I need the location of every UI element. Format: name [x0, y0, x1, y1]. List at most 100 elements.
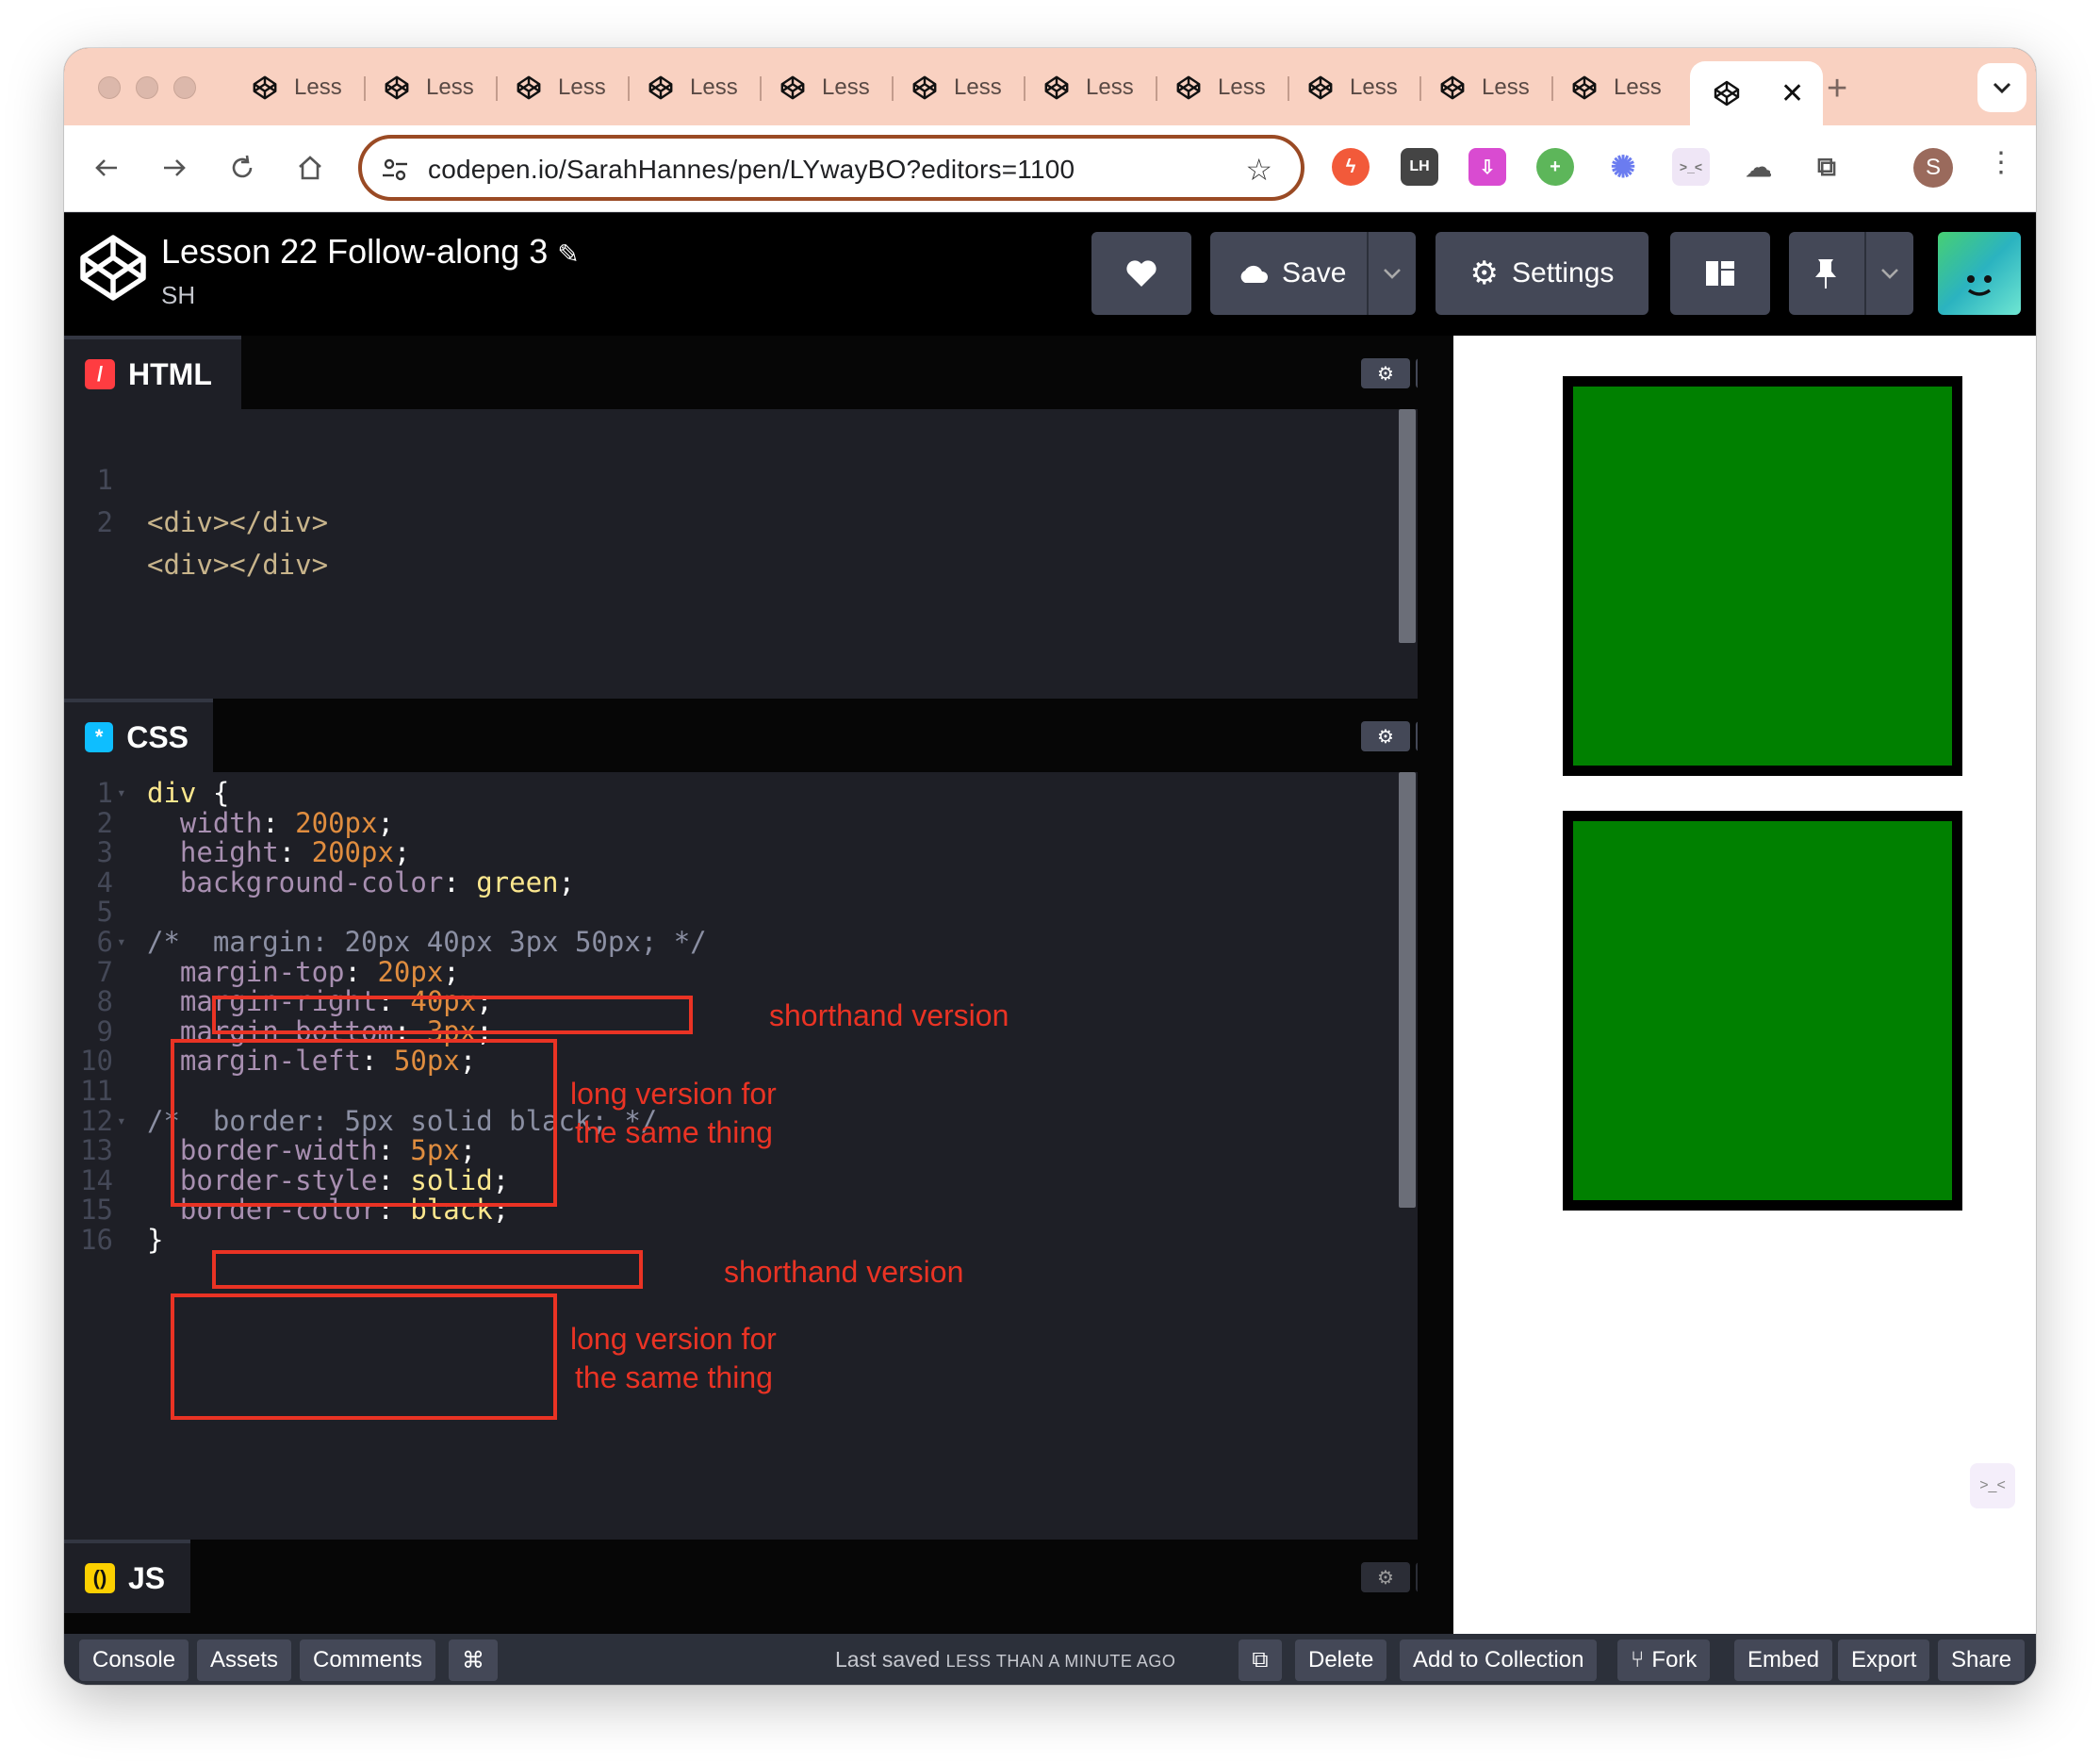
codepen-favicon-icon	[645, 72, 677, 104]
browser-tab[interactable]: Less	[1161, 61, 1266, 114]
tab-title: Less	[426, 74, 474, 100]
save-label: Save	[1282, 257, 1347, 288]
fork-label: Fork	[1651, 1647, 1698, 1672]
extension-devtools-icon[interactable]: >_<	[1672, 148, 1710, 186]
tab-separator	[628, 76, 630, 101]
pen-title[interactable]: Lesson 22 Follow-along 3 ✎	[161, 232, 580, 272]
fold-arrow-icon[interactable]: ▾	[117, 927, 126, 957]
codepen-favicon-icon	[1173, 72, 1205, 104]
user-avatar[interactable]	[1938, 232, 2021, 315]
extension-sparkle-icon[interactable]: ✺	[1604, 148, 1642, 186]
html-scrollbar[interactable]	[1399, 409, 1416, 643]
address-bar[interactable]: codepen.io/SarahHannes/pen/LYwayBO?edito…	[358, 135, 1304, 201]
resize-divider[interactable]	[1418, 336, 1453, 1634]
browser-tab[interactable]: Less	[897, 61, 1002, 114]
browser-tab[interactable]: Less	[765, 61, 870, 114]
tab-title: Less	[1350, 74, 1398, 100]
zoom-window-button[interactable]	[173, 76, 196, 99]
line-number: 11	[80, 1075, 113, 1107]
reload-button[interactable]	[219, 144, 266, 191]
browser-tab[interactable]: Less	[369, 61, 474, 114]
codepen-logo-icon[interactable]	[77, 232, 149, 304]
save-button[interactable]: Save	[1210, 232, 1416, 315]
html-code-area[interactable]: 1 <div></div> 2 <div></div>	[64, 409, 1418, 699]
active-tab[interactable]: ✕	[1690, 61, 1824, 125]
line-number: 6	[96, 926, 113, 958]
back-button[interactable]	[83, 144, 130, 191]
browser-menu-icon[interactable]: ⋮	[1987, 146, 2015, 179]
tab-title: Less	[558, 74, 606, 100]
preview-pane: >_<	[1453, 336, 2036, 1634]
embed-button[interactable]: Embed	[1734, 1639, 1833, 1681]
line-number: 7	[96, 955, 113, 988]
browser-tab[interactable]: Less	[238, 61, 342, 114]
css-settings-button[interactable]: ⚙	[1361, 721, 1410, 751]
pin-button[interactable]	[1789, 232, 1913, 315]
css-editor-tab[interactable]: * CSS	[64, 699, 213, 772]
bookmark-star-icon[interactable]: ☆	[1245, 152, 1272, 188]
console-button[interactable]: Console	[79, 1639, 189, 1681]
extension-lightning-icon[interactable]: ϟ	[1332, 148, 1370, 186]
share-button[interactable]: Share	[1938, 1639, 2026, 1681]
last-saved-prefix: Last saved	[835, 1647, 941, 1672]
browser-tab[interactable]: Less	[633, 61, 738, 114]
extensions-puzzle-icon[interactable]: ⧉	[1808, 148, 1846, 186]
codepen-favicon-icon	[381, 72, 413, 104]
tab-title: Less	[1614, 74, 1662, 100]
close-tab-icon[interactable]: ✕	[1780, 77, 1804, 110]
pen-author[interactable]: SH	[161, 281, 195, 310]
home-button[interactable]	[287, 144, 334, 191]
browser-tab[interactable]: Less	[1425, 61, 1530, 114]
line-number: 4	[96, 865, 113, 898]
export-button[interactable]: Export	[1838, 1639, 1930, 1681]
tab-search-button[interactable]	[1977, 63, 2026, 112]
edit-pencil-icon[interactable]: ✎	[557, 239, 579, 269]
tab-strip: Less Less Less Less Less Less Less Less Less Less…	[64, 48, 2036, 125]
comments-button[interactable]: Comments	[300, 1639, 436, 1681]
pen-title-text: Lesson 22 Follow-along 3	[161, 232, 549, 271]
browser-tab[interactable]: Less	[1557, 61, 1662, 114]
change-view-button[interactable]	[1670, 232, 1770, 315]
pin-options-button[interactable]	[1864, 232, 1913, 315]
site-settings-icon[interactable]	[381, 156, 409, 189]
forward-button[interactable]	[151, 144, 198, 191]
save-options-button[interactable]	[1367, 232, 1416, 315]
line-number: 12	[80, 1104, 113, 1137]
browser-tab[interactable]: Less	[1293, 61, 1398, 114]
fold-arrow-icon[interactable]: ▾	[117, 778, 126, 808]
js-language-icon: ()	[85, 1563, 115, 1593]
js-editor-tab[interactable]: () JS	[64, 1540, 190, 1613]
js-pane-header: () JS ⚙	[64, 1540, 1465, 1634]
heart-icon	[1126, 260, 1157, 287]
add-to-collection-button[interactable]: Add to Collection	[1400, 1639, 1598, 1681]
love-button[interactable]	[1091, 232, 1191, 315]
new-tab-button[interactable]: +	[1827, 69, 1847, 109]
fold-arrow-icon[interactable]: ▾	[117, 1106, 126, 1136]
fork-button[interactable]: ⑂ Fork	[1617, 1639, 1711, 1681]
delete-button[interactable]: Delete	[1295, 1639, 1387, 1681]
minimize-window-button[interactable]	[136, 76, 158, 99]
extension-css-peeper-icon[interactable]: ☁	[1740, 148, 1778, 186]
js-settings-button[interactable]: ⚙	[1361, 1562, 1410, 1592]
extension-download-icon[interactable]: ⇩	[1468, 148, 1506, 186]
close-window-button[interactable]	[98, 76, 121, 99]
codepen-favicon-icon	[909, 72, 941, 104]
html-settings-button[interactable]: ⚙	[1361, 358, 1410, 388]
profile-avatar[interactable]: S	[1913, 148, 1953, 188]
browser-tab[interactable]: Less	[501, 61, 606, 114]
preview-div-2	[1563, 811, 1962, 1211]
browser-tab[interactable]: Less	[1029, 61, 1134, 114]
annotation-box-margin-long	[171, 1039, 557, 1207]
annotation-box-border-long	[171, 1293, 557, 1420]
code-line: 2 <div></div>	[64, 459, 1403, 581]
html-editor-tab[interactable]: / HTML	[64, 336, 241, 409]
extension-plus-icon[interactable]: +	[1536, 148, 1574, 186]
tab-separator	[1419, 76, 1421, 101]
extension-lh-icon[interactable]: LH	[1401, 148, 1438, 186]
assets-button[interactable]: Assets	[197, 1639, 292, 1681]
settings-button[interactable]: ⚙ Settings	[1436, 232, 1649, 315]
open-external-button[interactable]: ⧉	[1239, 1639, 1282, 1681]
tab-separator	[1156, 76, 1157, 101]
devtools-widget-icon[interactable]: >_<	[1970, 1463, 2015, 1508]
keyboard-shortcuts-button[interactable]: ⌘	[449, 1639, 498, 1681]
